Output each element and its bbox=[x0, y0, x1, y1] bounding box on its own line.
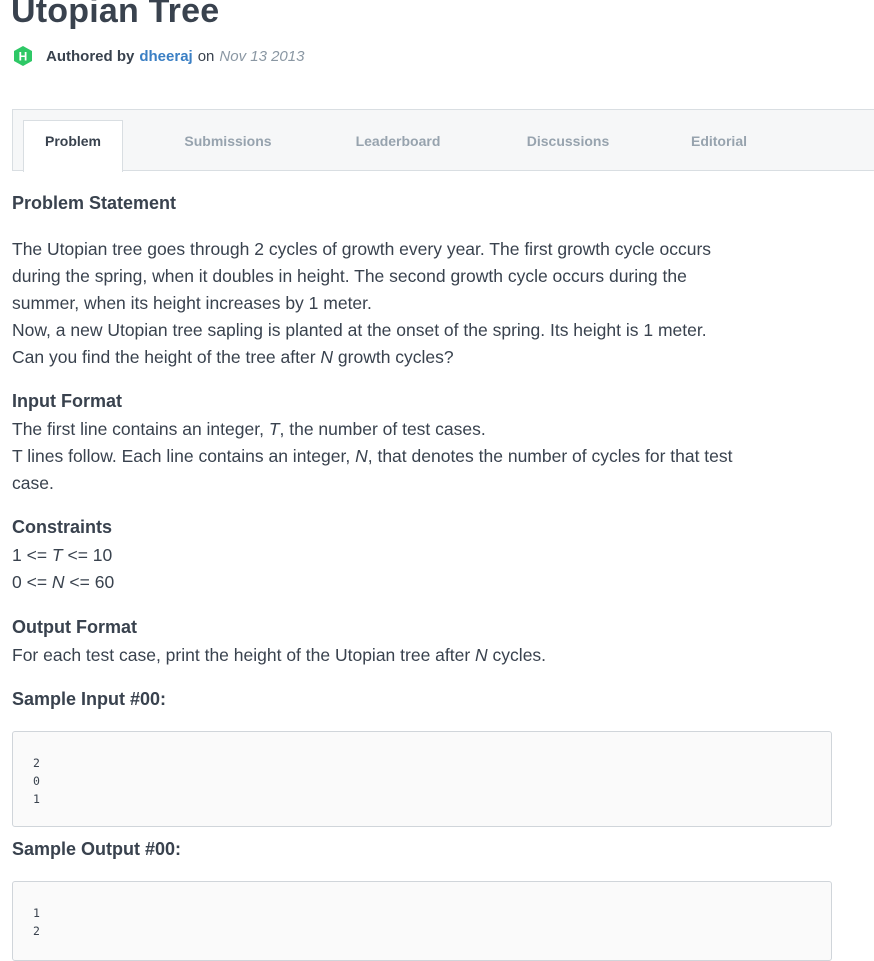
input-format-line: case. bbox=[12, 473, 54, 493]
author-link[interactable]: dheeraj bbox=[139, 48, 192, 65]
variable-t: T bbox=[268, 419, 280, 439]
constraint-line: 0 <= bbox=[12, 572, 52, 592]
code-line: 1 bbox=[33, 906, 40, 920]
sample-input-box: 2 0 1 bbox=[12, 731, 832, 827]
problem-page: Utopian Tree H Authored by dheeraj on No… bbox=[0, 0, 874, 961]
tab-submissions[interactable]: Submissions bbox=[163, 110, 293, 170]
constraint-line: <= 10 bbox=[62, 545, 113, 565]
tab-leaderboard[interactable]: Leaderboard bbox=[333, 110, 463, 170]
variable-n: N bbox=[355, 446, 368, 466]
tab-discussions[interactable]: Discussions bbox=[503, 110, 633, 170]
constraint-line: 1 <= bbox=[12, 545, 52, 565]
author-row: H Authored by dheeraj on Nov 13 2013 bbox=[12, 44, 304, 68]
constraints-heading: Constraints bbox=[12, 517, 113, 537]
output-format-heading: Output Format bbox=[12, 617, 137, 637]
statement-line: The Utopian tree goes through 2 cycles o… bbox=[12, 239, 712, 259]
input-format-line: , that denotes the number of cycles for … bbox=[367, 446, 733, 466]
output-format-line: cycles. bbox=[487, 645, 547, 665]
sample-output-box: 1 2 bbox=[12, 881, 832, 961]
statement-line: summer, when its height increases by 1 m… bbox=[12, 293, 372, 313]
svg-text:H: H bbox=[19, 50, 28, 64]
statement-line: Now, a new Utopian tree sapling is plant… bbox=[12, 320, 707, 340]
input-format-heading: Input Format bbox=[12, 391, 122, 411]
code-line: 2 bbox=[33, 756, 40, 770]
code-line: 1 bbox=[33, 792, 40, 806]
input-format-text: The first line contains an integer, T, t… bbox=[12, 416, 852, 497]
statement-line: Can you find the height of the tree afte… bbox=[12, 347, 321, 367]
sample-input-heading: Sample Input #00: bbox=[12, 689, 167, 709]
tab-problem[interactable]: Problem bbox=[23, 120, 123, 172]
input-format-line: T lines follow. Each line contains an in… bbox=[12, 446, 356, 466]
input-format-line: , the number of test cases. bbox=[279, 419, 486, 439]
variable-n: N bbox=[475, 645, 488, 665]
output-format-line: For each test case, print the height of … bbox=[12, 645, 476, 665]
page-title: Utopian Tree bbox=[11, 0, 220, 30]
authored-by-label: Authored by bbox=[46, 47, 135, 65]
variable-n: N bbox=[320, 347, 334, 367]
constraint-line: <= 60 bbox=[64, 572, 115, 592]
problem-statement-text: The Utopian tree goes through 2 cycles o… bbox=[12, 236, 852, 371]
tab-editorial[interactable]: Editorial bbox=[669, 110, 769, 170]
author-date: Nov 13 2013 bbox=[219, 47, 305, 65]
sample-output-heading: Sample Output #00: bbox=[12, 839, 182, 859]
statement-line: during the spring, when it doubles in he… bbox=[12, 266, 687, 286]
code-line: 2 bbox=[33, 924, 40, 938]
output-format-text: For each test case, print the height of … bbox=[12, 642, 852, 669]
problem-statement-heading: Problem Statement bbox=[12, 193, 177, 213]
on-label: on bbox=[197, 47, 215, 65]
hackerrank-logo-icon: H bbox=[12, 45, 34, 67]
tab-bar: Problem Submissions Leaderboard Discussi… bbox=[12, 109, 874, 172]
input-format-line: The first line contains an integer, bbox=[12, 419, 269, 439]
variable-t: T bbox=[51, 545, 63, 565]
constraints-text: 1 <= T <= 10 0 <= N <= 60 bbox=[12, 542, 852, 596]
variable-n: N bbox=[51, 572, 65, 592]
statement-line: growth cycles? bbox=[333, 347, 454, 367]
code-line: 0 bbox=[33, 774, 40, 788]
